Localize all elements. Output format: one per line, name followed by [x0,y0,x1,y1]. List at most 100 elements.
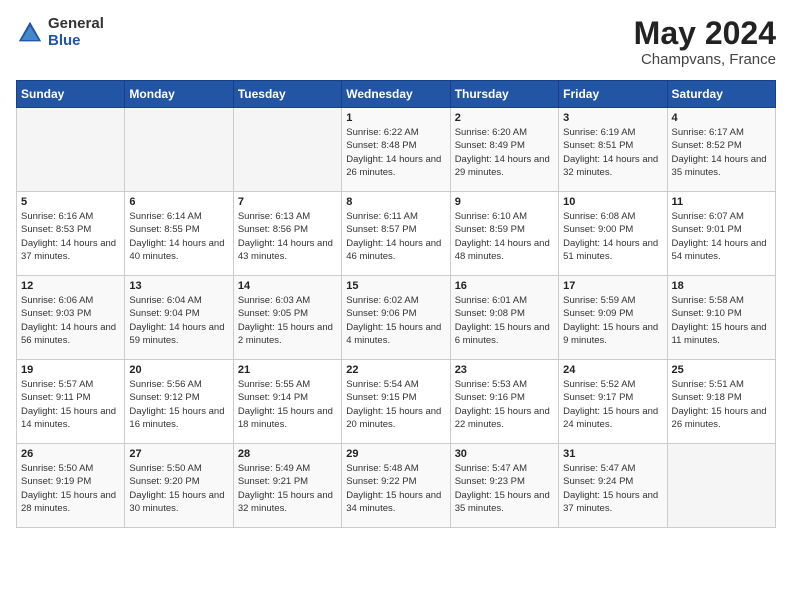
calendar-cell: 17 Sunrise: 5:59 AMSunset: 9:09 PMDayligh… [559,276,667,360]
day-info: Sunrise: 6:22 AMSunset: 8:48 PMDaylight:… [346,126,445,179]
day-info: Sunrise: 5:53 AMSunset: 9:16 PMDaylight:… [455,378,554,431]
calendar-cell: 28Sunrise: 5:49 AMSunset: 9:21 PMDayligh… [233,444,341,528]
day-number: 19 [21,364,120,376]
day-number: 16 [455,280,554,292]
calendar-cell: 10 Sunrise: 6:08 AMSunset: 9:00 PMDayligh… [559,192,667,276]
day-info: Sunrise: 5:47 AMSunset: 9:23 PMDaylight:… [455,462,554,515]
calendar-cell: 24 Sunrise: 5:52 AMSunset: 9:17 PMDayligh… [559,360,667,444]
day-number: 14 [238,280,337,292]
weekday-header-sunday: Sunday [17,81,125,108]
day-info: Sunrise: 6:19 AMSunset: 8:51 PMDaylight:… [563,126,662,179]
calendar-cell: 22 Sunrise: 5:54 AMSunset: 9:15 PMDayligh… [342,360,450,444]
weekday-header-monday: Monday [125,81,233,108]
calendar-cell: 31 Sunrise: 5:47 AMSunset: 9:24 PMDayligh… [559,444,667,528]
calendar-cell: 15Sunrise: 6:02 AMSunset: 9:06 PMDayligh… [342,276,450,360]
day-info: Sunrise: 5:48 AMSunset: 9:22 PMDaylight:… [346,462,445,515]
day-info: Sunrise: 5:59 AMSunset: 9:09 PMDaylight:… [563,294,662,347]
calendar-cell: 6 Sunrise: 6:14 AMSunset: 8:55 PMDaylight… [125,192,233,276]
day-number: 29 [346,448,445,460]
calendar-cell: 13Sunrise: 6:04 AMSunset: 9:04 PMDayligh… [125,276,233,360]
day-number: 22 [346,364,445,376]
calendar-cell: 18 Sunrise: 5:58 AMSunset: 9:10 PMDayligh… [667,276,775,360]
day-number: 7 [238,196,337,208]
calendar-cell: 29 Sunrise: 5:48 AMSunset: 9:22 PMDayligh… [342,444,450,528]
day-info: Sunrise: 5:47 AMSunset: 9:24 PMDaylight:… [563,462,662,515]
logo-general-text: General [48,16,104,33]
day-number: 12 [21,280,120,292]
day-number: 20 [129,364,228,376]
day-info: Sunrise: 5:51 AMSunset: 9:18 PMDaylight:… [672,378,771,431]
calendar-cell: 11 Sunrise: 6:07 AMSunset: 9:01 PMDayligh… [667,192,775,276]
title-block: May 2024 Champvans, France [634,16,776,68]
day-info: Sunrise: 6:10 AMSunset: 8:59 PMDaylight:… [455,210,554,263]
logo-text: General Blue [48,16,104,49]
logo-blue-text: Blue [48,33,104,50]
day-number: 25 [672,364,771,376]
day-number: 31 [563,448,662,460]
calendar-cell [125,108,233,192]
weekday-header-row: SundayMondayTuesdayWednesdayThursdayFrid… [17,81,776,108]
day-number: 5 [21,196,120,208]
day-number: 21 [238,364,337,376]
day-number: 24 [563,364,662,376]
day-info: Sunrise: 6:16 AMSunset: 8:53 PMDaylight:… [21,210,120,263]
day-number: 13 [129,280,228,292]
page-header: General Blue May 2024 Champvans, France [16,16,776,68]
calendar-cell: 5 Sunrise: 6:16 AMSunset: 8:53 PMDaylight… [17,192,125,276]
calendar-cell [233,108,341,192]
calendar-table: SundayMondayTuesdayWednesdayThursdayFrid… [16,80,776,528]
calendar-week-row: 12Sunrise: 6:06 AMSunset: 9:03 PMDayligh… [17,276,776,360]
day-number: 11 [672,196,771,208]
calendar-week-row: 26 Sunrise: 5:50 AMSunset: 9:19 PMDayligh… [17,444,776,528]
day-number: 26 [21,448,120,460]
day-number: 4 [672,112,771,124]
day-info: Sunrise: 6:20 AMSunset: 8:49 PMDaylight:… [455,126,554,179]
location-subtitle: Champvans, France [634,51,776,68]
day-info: Sunrise: 6:14 AMSunset: 8:55 PMDaylight:… [129,210,228,263]
day-info: Sunrise: 5:55 AMSunset: 9:14 PMDaylight:… [238,378,337,431]
calendar-cell: 2 Sunrise: 6:20 AMSunset: 8:49 PMDaylight… [450,108,558,192]
day-info: Sunrise: 5:50 AMSunset: 9:20 PMDaylight:… [129,462,228,515]
day-info: Sunrise: 6:11 AMSunset: 8:57 PMDaylight:… [346,210,445,263]
day-info: Sunrise: 5:49 AMSunset: 9:21 PMDaylight:… [238,462,337,515]
calendar-cell: 25 Sunrise: 5:51 AMSunset: 9:18 PMDayligh… [667,360,775,444]
day-info: Sunrise: 5:50 AMSunset: 9:19 PMDaylight:… [21,462,120,515]
day-number: 2 [455,112,554,124]
calendar-cell: 14 Sunrise: 6:03 AMSunset: 9:05 PMDayligh… [233,276,341,360]
calendar-cell: 19Sunrise: 5:57 AMSunset: 9:11 PMDayligh… [17,360,125,444]
day-info: Sunrise: 6:08 AMSunset: 9:00 PMDaylight:… [563,210,662,263]
calendar-cell: 27 Sunrise: 5:50 AMSunset: 9:20 PMDayligh… [125,444,233,528]
day-info: Sunrise: 6:07 AMSunset: 9:01 PMDaylight:… [672,210,771,263]
day-info: Sunrise: 6:02 AMSunset: 9:06 PMDaylight:… [346,294,445,347]
day-number: 30 [455,448,554,460]
calendar-cell: 8Sunrise: 6:11 AMSunset: 8:57 PMDaylight… [342,192,450,276]
calendar-cell: 4 Sunrise: 6:17 AMSunset: 8:52 PMDaylight… [667,108,775,192]
day-number: 10 [563,196,662,208]
calendar-cell: 3 Sunrise: 6:19 AMSunset: 8:51 PMDaylight… [559,108,667,192]
day-info: Sunrise: 5:52 AMSunset: 9:17 PMDaylight:… [563,378,662,431]
weekday-header-wednesday: Wednesday [342,81,450,108]
day-info: Sunrise: 6:13 AMSunset: 8:56 PMDaylight:… [238,210,337,263]
day-number: 27 [129,448,228,460]
calendar-cell [667,444,775,528]
day-number: 18 [672,280,771,292]
calendar-cell [17,108,125,192]
day-info: Sunrise: 6:01 AMSunset: 9:08 PMDaylight:… [455,294,554,347]
day-number: 17 [563,280,662,292]
day-info: Sunrise: 5:58 AMSunset: 9:10 PMDaylight:… [672,294,771,347]
day-number: 6 [129,196,228,208]
calendar-cell: 30 Sunrise: 5:47 AMSunset: 9:23 PMDayligh… [450,444,558,528]
day-number: 9 [455,196,554,208]
calendar-cell: 26 Sunrise: 5:50 AMSunset: 9:19 PMDayligh… [17,444,125,528]
day-info: Sunrise: 5:56 AMSunset: 9:12 PMDaylight:… [129,378,228,431]
weekday-header-thursday: Thursday [450,81,558,108]
weekday-header-tuesday: Tuesday [233,81,341,108]
calendar-cell: 9 Sunrise: 6:10 AMSunset: 8:59 PMDaylight… [450,192,558,276]
day-info: Sunrise: 6:03 AMSunset: 9:05 PMDaylight:… [238,294,337,347]
weekday-header-friday: Friday [559,81,667,108]
day-number: 3 [563,112,662,124]
day-info: Sunrise: 6:17 AMSunset: 8:52 PMDaylight:… [672,126,771,179]
calendar-cell: 12Sunrise: 6:06 AMSunset: 9:03 PMDayligh… [17,276,125,360]
logo: General Blue [16,16,104,49]
day-info: Sunrise: 5:54 AMSunset: 9:15 PMDaylight:… [346,378,445,431]
